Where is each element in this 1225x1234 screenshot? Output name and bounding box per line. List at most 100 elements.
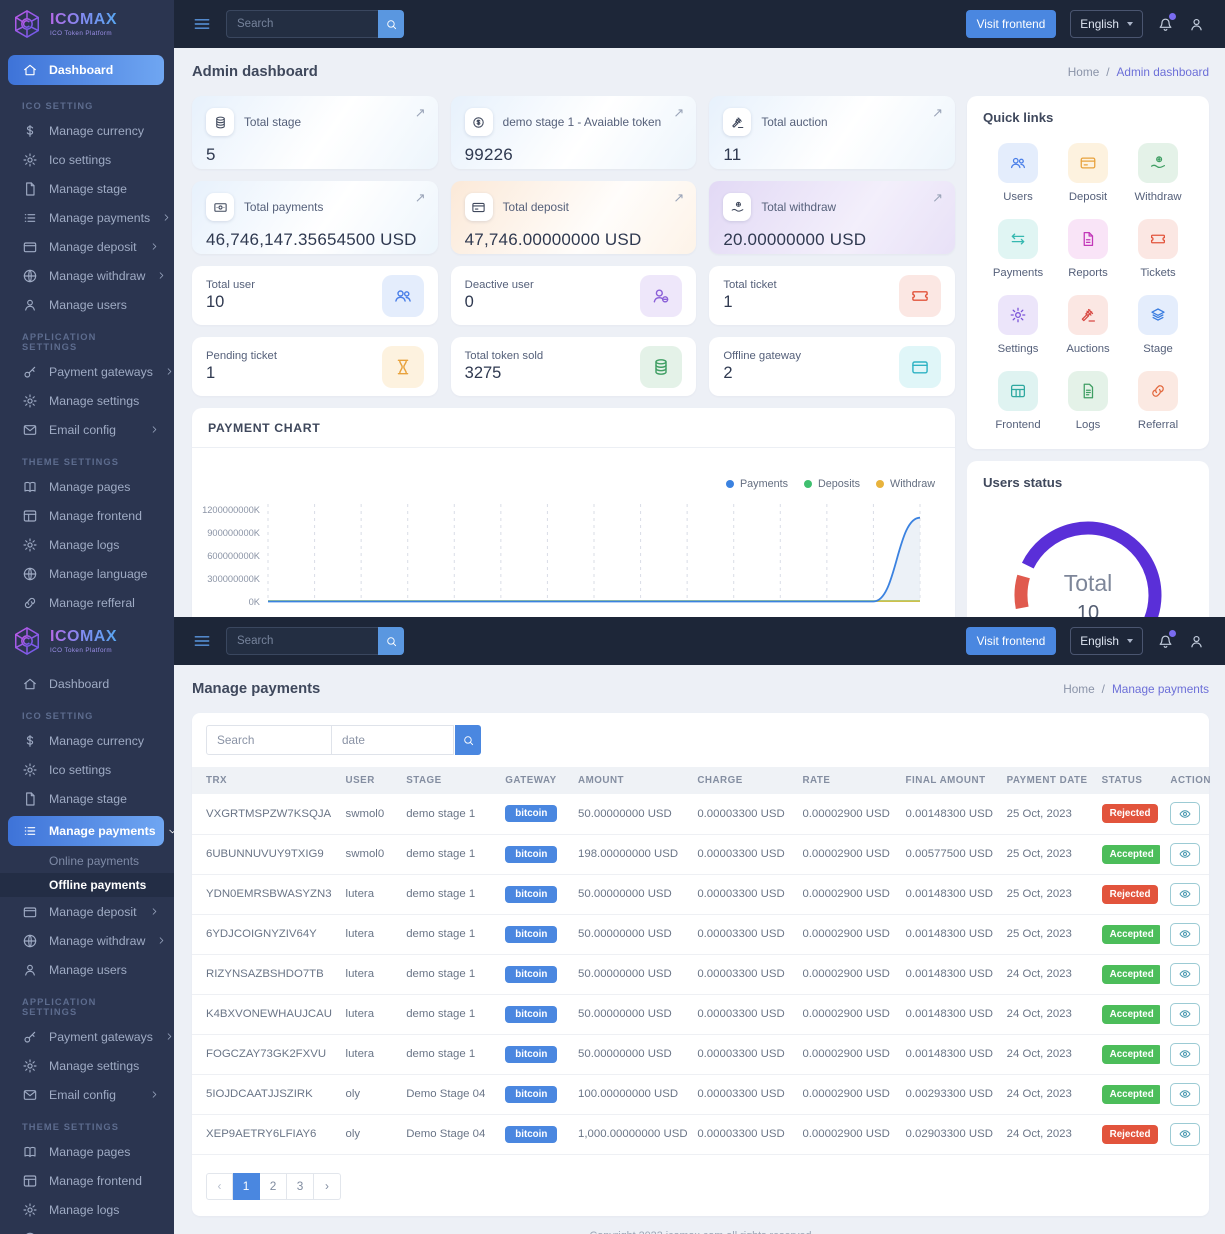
sidebar-item-manage-currency[interactable]: Manage currency	[0, 116, 174, 145]
view-button[interactable]	[1170, 963, 1200, 986]
sidebar-item-manage-deposit[interactable]: Manage deposit	[0, 897, 174, 926]
legend-item-payments[interactable]: Payments	[726, 478, 788, 490]
notifications-button[interactable]	[1157, 633, 1174, 650]
status-badge: Rejected	[1102, 885, 1159, 904]
view-button[interactable]	[1170, 1123, 1200, 1146]
quick-link-label: Auctions	[1066, 343, 1109, 355]
sidebar-item-ico-settings[interactable]: Ico settings	[0, 145, 174, 174]
pagination-page-2[interactable]: 2	[260, 1173, 287, 1200]
payments-content: Manage payments Home / Manage payments T	[174, 665, 1225, 1234]
quick-link-deposit[interactable]: Deposit	[1053, 143, 1123, 203]
quick-link-payments[interactable]: Payments	[983, 219, 1053, 279]
pagination-page-1[interactable]: 1	[233, 1173, 260, 1200]
sidebar-item-manage-users[interactable]: Manage users	[0, 290, 174, 319]
pagination-page-3[interactable]: 3	[287, 1173, 314, 1200]
summary-card-total-auction[interactable]: ↗Total auction11	[709, 96, 955, 169]
summary-card-total-withdraw[interactable]: ↗Total withdraw20.00000000 USD	[709, 181, 955, 254]
menu-toggle-icon[interactable]	[192, 14, 212, 34]
sidebar-item-manage-settings[interactable]: Manage settings	[0, 1051, 174, 1080]
sidebar-item-manage-stage[interactable]: Manage stage	[0, 174, 174, 203]
sidebar-item-manage-deposit[interactable]: Manage deposit	[0, 232, 174, 261]
language-select[interactable]: English	[1070, 10, 1143, 38]
brand-logo[interactable]: ICOMAXICO Token Platform	[0, 617, 174, 665]
sidebar-item-manage-withdraw[interactable]: Manage withdraw	[0, 261, 174, 290]
sidebar-item-dashboard[interactable]: Dashboard	[8, 55, 164, 85]
search-icon	[462, 734, 475, 747]
menu-toggle-icon[interactable]	[192, 631, 212, 651]
sidebar-item-manage-settings[interactable]: Manage settings	[0, 386, 174, 415]
view-button[interactable]	[1170, 1003, 1200, 1026]
sidebar-item-label: Manage pages	[49, 480, 130, 494]
sidebar-item-label: Manage withdraw	[49, 934, 145, 948]
search-button[interactable]	[378, 10, 404, 38]
sidebar-item-manage-refferal[interactable]: Manage refferal	[0, 588, 174, 617]
visit-frontend-button[interactable]: Visit frontend	[966, 10, 1057, 38]
view-button[interactable]	[1170, 802, 1200, 825]
view-button[interactable]	[1170, 883, 1200, 906]
table-date-input[interactable]	[332, 725, 454, 755]
sidebar-item-manage-language[interactable]: Manage language	[0, 1224, 174, 1234]
sidebar-item-manage-currency[interactable]: Manage currency	[0, 726, 174, 755]
view-button[interactable]	[1170, 843, 1200, 866]
view-button[interactable]	[1170, 1083, 1200, 1106]
payments-screen: ICOMAXICO Token PlatformDashboardICO SET…	[0, 617, 1225, 1234]
summary-card-total-stage[interactable]: ↗Total stage5	[192, 96, 438, 169]
view-button[interactable]	[1170, 1043, 1200, 1066]
sidebar-item-manage-logs[interactable]: Manage logs	[0, 1195, 174, 1224]
search-input[interactable]	[226, 10, 378, 38]
sidebar-item-manage-withdraw[interactable]: Manage withdraw	[0, 926, 174, 955]
summary-card-demo-stage-1-avaiable-token[interactable]: ↗demo stage 1 - Avaiable token99226	[451, 96, 697, 169]
quick-link-frontend[interactable]: Frontend	[983, 371, 1053, 431]
table-row: 5IOJDCAATJJSZIRKolyDemo Stage 04bitcoin1…	[192, 1074, 1209, 1114]
search-button[interactable]	[378, 627, 404, 655]
view-button[interactable]	[1170, 923, 1200, 946]
table-search-input[interactable]	[206, 725, 332, 755]
profile-button[interactable]	[1188, 16, 1205, 33]
sidebar-item-manage-payments[interactable]: Manage payments	[8, 816, 164, 846]
sidebar-item-manage-logs[interactable]: Manage logs	[0, 530, 174, 559]
sidebar-item-email-config[interactable]: Email config	[0, 415, 174, 444]
sidebar-item-manage-payments[interactable]: Manage payments	[0, 203, 174, 232]
language-select[interactable]: English	[1070, 627, 1143, 655]
sidebar-item-manage-stage[interactable]: Manage stage	[0, 784, 174, 813]
sidebar-subitem-online-payments[interactable]: Online payments	[0, 849, 174, 873]
pagination-next[interactable]: ›	[314, 1173, 341, 1200]
breadcrumb-home[interactable]: Home	[1063, 682, 1094, 696]
legend-item-deposits[interactable]: Deposits	[804, 478, 860, 490]
sidebar-item-payment-gateways[interactable]: Payment gateways	[0, 357, 174, 386]
brand-logo[interactable]: ICOMAXICO Token Platform	[0, 0, 174, 48]
search-input[interactable]	[226, 627, 378, 655]
pagination-prev[interactable]: ‹	[206, 1173, 233, 1200]
sidebar-item-manage-frontend[interactable]: Manage frontend	[0, 1166, 174, 1195]
quick-link-referral[interactable]: Referral	[1123, 371, 1193, 431]
sidebar-item-dashboard[interactable]: Dashboard	[0, 669, 174, 698]
sidebar-subitem-offline-payments[interactable]: Offline payments	[0, 873, 174, 897]
table-search-button[interactable]	[455, 725, 481, 755]
sidebar-item-manage-pages[interactable]: Manage pages	[0, 1137, 174, 1166]
quick-link-auctions[interactable]: Auctions	[1053, 295, 1123, 355]
quick-link-tickets[interactable]: Tickets	[1123, 219, 1193, 279]
cell-stage: Demo Stage 04	[396, 1114, 495, 1154]
sidebar-item-ico-settings[interactable]: Ico settings	[0, 755, 174, 784]
quick-link-logs[interactable]: Logs	[1053, 371, 1123, 431]
quick-link-withdraw[interactable]: Withdraw	[1123, 143, 1193, 203]
breadcrumb-home[interactable]: Home	[1068, 65, 1099, 79]
sidebar-item-manage-pages[interactable]: Manage pages	[0, 472, 174, 501]
summary-card-total-deposit[interactable]: ↗Total deposit47,746.00000000 USD	[451, 181, 697, 254]
sidebar-item-payment-gateways[interactable]: Payment gateways	[0, 1022, 174, 1051]
sidebar-item-manage-users[interactable]: Manage users	[0, 955, 174, 984]
sidebar-item-manage-frontend[interactable]: Manage frontend	[0, 501, 174, 530]
sidebar-item-email-config[interactable]: Email config	[0, 1080, 174, 1109]
profile-button[interactable]	[1188, 633, 1205, 650]
quick-link-stage[interactable]: Stage	[1123, 295, 1193, 355]
sidebar-item-label: Email config	[49, 423, 116, 437]
summary-card-total-payments[interactable]: ↗Total payments46,746,147.35654500 USD	[192, 181, 438, 254]
quick-link-users[interactable]: Users	[983, 143, 1053, 203]
quick-link-settings[interactable]: Settings	[983, 295, 1053, 355]
visit-frontend-button[interactable]: Visit frontend	[966, 627, 1057, 655]
stat-icon-box	[899, 275, 941, 317]
notifications-button[interactable]	[1157, 16, 1174, 33]
legend-item-withdraw[interactable]: Withdraw	[876, 478, 935, 490]
quick-link-reports[interactable]: Reports	[1053, 219, 1123, 279]
sidebar-item-manage-language[interactable]: Manage language	[0, 559, 174, 588]
